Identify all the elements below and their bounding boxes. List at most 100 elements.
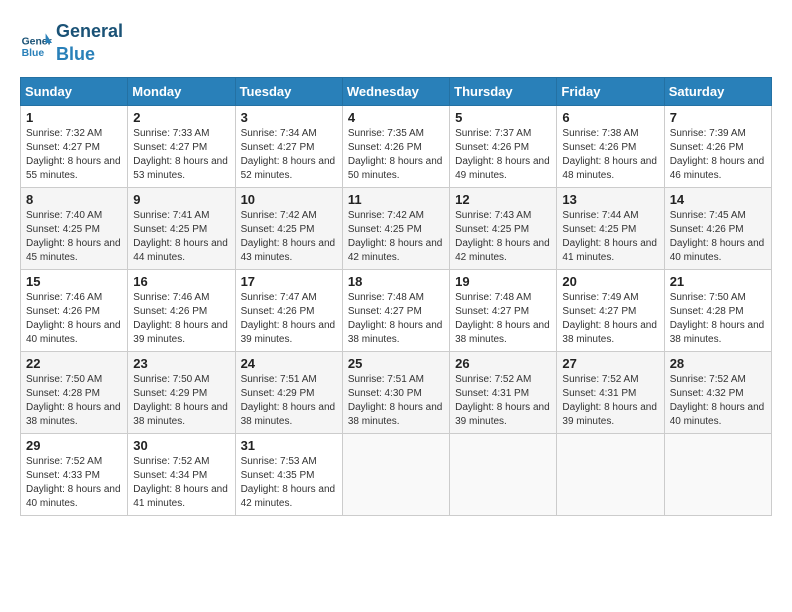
day-info: Sunrise: 7:32 AMSunset: 4:27 PMDaylight:…	[26, 127, 122, 183]
col-header-wednesday: Wednesday	[342, 77, 449, 105]
logo-icon: General Blue	[20, 27, 52, 59]
calendar-cell: 29 Sunrise: 7:52 AMSunset: 4:33 PMDayligh…	[21, 433, 128, 515]
calendar-cell: 4 Sunrise: 7:35 AMSunset: 4:26 PMDaylight…	[342, 105, 449, 187]
calendar-cell: 10 Sunrise: 7:42 AMSunset: 4:25 PMDayligh…	[235, 187, 342, 269]
col-header-sunday: Sunday	[21, 77, 128, 105]
day-number: 27	[562, 356, 658, 371]
day-number: 25	[348, 356, 444, 371]
calendar-cell: 1 Sunrise: 7:32 AMSunset: 4:27 PMDaylight…	[21, 105, 128, 187]
day-info: Sunrise: 7:43 AMSunset: 4:25 PMDaylight:…	[455, 209, 551, 265]
calendar-cell: 18Sunrise: 7:48 AMSunset: 4:27 PMDayligh…	[342, 269, 449, 351]
calendar-cell: 7 Sunrise: 7:39 AMSunset: 4:26 PMDaylight…	[664, 105, 771, 187]
day-info: Sunrise: 7:47 AMSunset: 4:26 PMDaylight:…	[241, 291, 337, 347]
day-info: Sunrise: 7:34 AMSunset: 4:27 PMDaylight:…	[241, 127, 337, 183]
day-info: Sunrise: 7:42 AMSunset: 4:25 PMDaylight:…	[241, 209, 337, 265]
page-header: General Blue General Blue	[20, 20, 772, 67]
day-number: 9	[133, 192, 229, 207]
calendar-table: SundayMondayTuesdayWednesdayThursdayFrid…	[20, 77, 772, 516]
day-info: Sunrise: 7:52 AMSunset: 4:31 PMDaylight:…	[455, 373, 551, 429]
day-number: 4	[348, 110, 444, 125]
logo-blue: Blue	[56, 43, 123, 66]
calendar-cell: 24 Sunrise: 7:51 AMSunset: 4:29 PMDayligh…	[235, 351, 342, 433]
day-info: Sunrise: 7:45 AMSunset: 4:26 PMDaylight:…	[670, 209, 766, 265]
day-number: 3	[241, 110, 337, 125]
calendar-cell: 12 Sunrise: 7:43 AMSunset: 4:25 PMDayligh…	[450, 187, 557, 269]
logo-general: General	[56, 20, 123, 43]
day-number: 1	[26, 110, 122, 125]
day-info: Sunrise: 7:44 AMSunset: 4:25 PMDaylight:…	[562, 209, 658, 265]
calendar-cell: 22 Sunrise: 7:50 AMSunset: 4:28 PMDayligh…	[21, 351, 128, 433]
calendar-cell: 9Sunrise: 7:41 AMSunset: 4:25 PMDaylight…	[128, 187, 235, 269]
week-row: 1 Sunrise: 7:32 AMSunset: 4:27 PMDaylight…	[21, 105, 772, 187]
calendar-cell: 2 Sunrise: 7:33 AMSunset: 4:27 PMDaylight…	[128, 105, 235, 187]
col-header-tuesday: Tuesday	[235, 77, 342, 105]
calendar-header-row: SundayMondayTuesdayWednesdayThursdayFrid…	[21, 77, 772, 105]
day-info: Sunrise: 7:52 AMSunset: 4:31 PMDaylight:…	[562, 373, 658, 429]
day-number: 15	[26, 274, 122, 289]
col-header-saturday: Saturday	[664, 77, 771, 105]
calendar-cell: 5 Sunrise: 7:37 AMSunset: 4:26 PMDaylight…	[450, 105, 557, 187]
logo: General Blue General Blue	[20, 20, 123, 67]
calendar-cell: 20Sunrise: 7:49 AMSunset: 4:27 PMDayligh…	[557, 269, 664, 351]
day-number: 30	[133, 438, 229, 453]
day-number: 14	[670, 192, 766, 207]
day-number: 16	[133, 274, 229, 289]
day-number: 11	[348, 192, 444, 207]
day-info: Sunrise: 7:48 AMSunset: 4:27 PMDaylight:…	[348, 291, 444, 347]
calendar-cell	[342, 433, 449, 515]
day-number: 5	[455, 110, 551, 125]
day-info: Sunrise: 7:50 AMSunset: 4:28 PMDaylight:…	[26, 373, 122, 429]
day-number: 13	[562, 192, 658, 207]
day-number: 6	[562, 110, 658, 125]
day-info: Sunrise: 7:49 AMSunset: 4:27 PMDaylight:…	[562, 291, 658, 347]
day-info: Sunrise: 7:39 AMSunset: 4:26 PMDaylight:…	[670, 127, 766, 183]
calendar-cell: 21Sunrise: 7:50 AMSunset: 4:28 PMDayligh…	[664, 269, 771, 351]
calendar-cell	[557, 433, 664, 515]
day-number: 29	[26, 438, 122, 453]
day-number: 17	[241, 274, 337, 289]
calendar-cell: 13 Sunrise: 7:44 AMSunset: 4:25 PMDayligh…	[557, 187, 664, 269]
day-number: 12	[455, 192, 551, 207]
calendar-cell: 19Sunrise: 7:48 AMSunset: 4:27 PMDayligh…	[450, 269, 557, 351]
day-info: Sunrise: 7:33 AMSunset: 4:27 PMDaylight:…	[133, 127, 229, 183]
col-header-thursday: Thursday	[450, 77, 557, 105]
day-number: 26	[455, 356, 551, 371]
col-header-friday: Friday	[557, 77, 664, 105]
day-number: 2	[133, 110, 229, 125]
day-info: Sunrise: 7:52 AMSunset: 4:33 PMDaylight:…	[26, 455, 122, 511]
day-info: Sunrise: 7:37 AMSunset: 4:26 PMDaylight:…	[455, 127, 551, 183]
calendar-cell: 15 Sunrise: 7:46 AMSunset: 4:26 PMDayligh…	[21, 269, 128, 351]
col-header-monday: Monday	[128, 77, 235, 105]
day-number: 19	[455, 274, 551, 289]
calendar-cell: 23Sunrise: 7:50 AMSunset: 4:29 PMDayligh…	[128, 351, 235, 433]
calendar-cell: 30 Sunrise: 7:52 AMSunset: 4:34 PMDayligh…	[128, 433, 235, 515]
day-info: Sunrise: 7:52 AMSunset: 4:34 PMDaylight:…	[133, 455, 229, 511]
day-info: Sunrise: 7:46 AMSunset: 4:26 PMDaylight:…	[26, 291, 122, 347]
day-number: 24	[241, 356, 337, 371]
day-info: Sunrise: 7:35 AMSunset: 4:26 PMDaylight:…	[348, 127, 444, 183]
day-number: 7	[670, 110, 766, 125]
calendar-cell: 14 Sunrise: 7:45 AMSunset: 4:26 PMDayligh…	[664, 187, 771, 269]
day-info: Sunrise: 7:46 AMSunset: 4:26 PMDaylight:…	[133, 291, 229, 347]
day-info: Sunrise: 7:51 AMSunset: 4:29 PMDaylight:…	[241, 373, 337, 429]
week-row: 8Sunrise: 7:40 AMSunset: 4:25 PMDaylight…	[21, 187, 772, 269]
day-number: 8	[26, 192, 122, 207]
calendar-cell: 27 Sunrise: 7:52 AMSunset: 4:31 PMDayligh…	[557, 351, 664, 433]
calendar-cell: 28Sunrise: 7:52 AMSunset: 4:32 PMDayligh…	[664, 351, 771, 433]
day-info: Sunrise: 7:52 AMSunset: 4:32 PMDaylight:…	[670, 373, 766, 429]
calendar-cell: 26 Sunrise: 7:52 AMSunset: 4:31 PMDayligh…	[450, 351, 557, 433]
calendar-cell	[664, 433, 771, 515]
day-info: Sunrise: 7:50 AMSunset: 4:29 PMDaylight:…	[133, 373, 229, 429]
day-number: 22	[26, 356, 122, 371]
day-info: Sunrise: 7:42 AMSunset: 4:25 PMDaylight:…	[348, 209, 444, 265]
svg-text:Blue: Blue	[22, 48, 45, 59]
day-number: 10	[241, 192, 337, 207]
calendar-cell: 16 Sunrise: 7:46 AMSunset: 4:26 PMDayligh…	[128, 269, 235, 351]
calendar-cell: 31Sunrise: 7:53 AMSunset: 4:35 PMDayligh…	[235, 433, 342, 515]
calendar-cell: 17 Sunrise: 7:47 AMSunset: 4:26 PMDayligh…	[235, 269, 342, 351]
calendar-cell	[450, 433, 557, 515]
calendar-cell: 8Sunrise: 7:40 AMSunset: 4:25 PMDaylight…	[21, 187, 128, 269]
week-row: 15 Sunrise: 7:46 AMSunset: 4:26 PMDayligh…	[21, 269, 772, 351]
week-row: 29 Sunrise: 7:52 AMSunset: 4:33 PMDayligh…	[21, 433, 772, 515]
week-row: 22 Sunrise: 7:50 AMSunset: 4:28 PMDayligh…	[21, 351, 772, 433]
